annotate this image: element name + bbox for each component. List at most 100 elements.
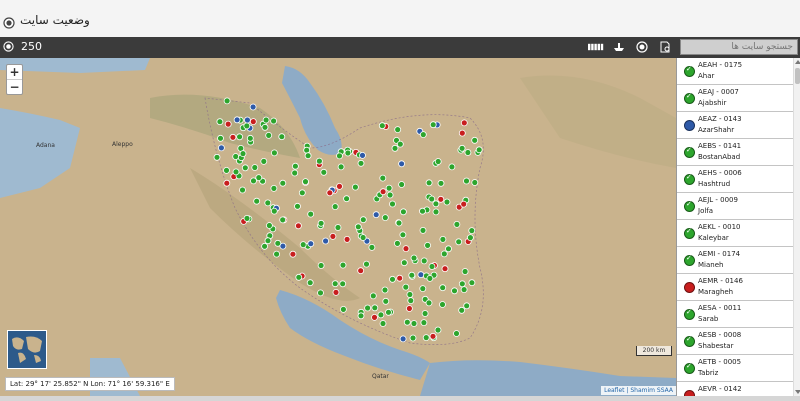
site-marker[interactable]: [419, 285, 427, 293]
site-marker[interactable]: [434, 326, 442, 334]
site-list-item[interactable]: AEMI - 0174 Mianeh: [677, 247, 800, 274]
site-marker[interactable]: [439, 235, 447, 243]
site-marker[interactable]: [372, 211, 380, 219]
target-icon[interactable]: [634, 39, 650, 55]
site-marker[interactable]: [439, 301, 446, 308]
site-marker[interactable]: [298, 189, 306, 197]
site-marker[interactable]: [419, 131, 427, 138]
site-marker[interactable]: [216, 118, 224, 126]
site-marker[interactable]: [334, 224, 342, 231]
site-marker[interactable]: [243, 116, 251, 124]
site-marker[interactable]: [399, 335, 407, 343]
site-marker[interactable]: [236, 133, 244, 141]
site-marker[interactable]: [357, 267, 365, 275]
site-marker[interactable]: [339, 261, 347, 269]
minimap[interactable]: [7, 330, 47, 369]
site-marker[interactable]: [395, 219, 403, 227]
scroll-up-icon[interactable]: [795, 60, 800, 64]
site-marker[interactable]: [253, 197, 261, 205]
site-marker[interactable]: [468, 279, 476, 287]
site-marker[interactable]: [336, 152, 343, 160]
site-marker[interactable]: [405, 305, 413, 312]
site-marker[interactable]: [389, 275, 396, 283]
site-marker[interactable]: [428, 263, 436, 270]
site-marker[interactable]: [424, 241, 432, 249]
site-marker[interactable]: [294, 202, 301, 210]
site-marker[interactable]: [359, 216, 367, 224]
site-marker[interactable]: [466, 234, 474, 242]
site-marker[interactable]: [368, 243, 376, 251]
site-list-item[interactable]: AEAJ - 0007 Ajabshir: [677, 85, 800, 112]
site-marker[interactable]: [453, 330, 460, 337]
site-marker[interactable]: [303, 146, 311, 154]
site-marker[interactable]: [460, 200, 468, 208]
site-marker[interactable]: [279, 179, 287, 187]
site-marker[interactable]: [261, 242, 269, 250]
site-marker[interactable]: [291, 169, 299, 177]
site-marker[interactable]: [385, 184, 393, 192]
site-marker[interactable]: [302, 178, 309, 185]
site-marker[interactable]: [396, 274, 404, 282]
site-list-item[interactable]: AEHS - 0006 Hashtrud: [677, 166, 800, 193]
site-list-item[interactable]: AEAH - 0175 Ahar: [677, 58, 800, 85]
site-marker[interactable]: [428, 195, 436, 203]
site-marker[interactable]: [371, 313, 378, 321]
site-marker[interactable]: [232, 168, 240, 176]
site-marker[interactable]: [422, 334, 430, 342]
site-marker[interactable]: [273, 250, 281, 258]
site-marker[interactable]: [464, 149, 472, 156]
site-marker[interactable]: [332, 288, 340, 296]
site-marker[interactable]: [306, 279, 314, 287]
zoom-in-button[interactable]: +: [7, 65, 22, 79]
site-marker[interactable]: [246, 134, 254, 142]
site-marker[interactable]: [382, 297, 390, 305]
site-marker[interactable]: [455, 238, 463, 246]
site-list-item[interactable]: AEBS - 0141 BostanAbad: [677, 139, 800, 166]
refresh-page-icon[interactable]: [657, 39, 673, 55]
site-marker[interactable]: [448, 163, 456, 171]
site-marker[interactable]: [400, 259, 408, 267]
site-marker[interactable]: [379, 174, 387, 182]
scroll-down-icon[interactable]: [795, 390, 800, 394]
site-marker[interactable]: [398, 181, 406, 188]
site-marker[interactable]: [317, 219, 325, 227]
site-marker[interactable]: [270, 149, 278, 157]
site-marker[interactable]: [458, 129, 466, 137]
site-marker[interactable]: [408, 271, 416, 279]
site-marker[interactable]: [402, 283, 410, 291]
site-marker[interactable]: [429, 332, 437, 340]
site-marker[interactable]: [217, 144, 225, 152]
site-marker[interactable]: [403, 318, 411, 326]
site-marker[interactable]: [270, 184, 278, 192]
site-marker[interactable]: [434, 158, 442, 165]
site-marker[interactable]: [460, 119, 468, 127]
site-marker[interactable]: [307, 240, 315, 248]
site-marker[interactable]: [343, 235, 351, 243]
site-marker[interactable]: [249, 103, 257, 111]
site-marker[interactable]: [336, 182, 343, 190]
site-marker[interactable]: [243, 214, 251, 222]
site-list-item[interactable]: AESB - 0008 Shabestar: [677, 328, 800, 355]
site-marker[interactable]: [270, 117, 278, 125]
site-marker[interactable]: [359, 152, 366, 159]
site-marker[interactable]: [270, 207, 278, 215]
site-marker[interactable]: [471, 179, 479, 186]
site-marker[interactable]: [458, 306, 466, 314]
site-marker[interactable]: [426, 274, 434, 282]
site-marker[interactable]: [279, 216, 287, 224]
site-marker[interactable]: [369, 292, 377, 300]
site-marker[interactable]: [217, 134, 224, 142]
site-marker[interactable]: [385, 308, 392, 316]
site-marker[interactable]: [261, 123, 269, 131]
site-marker[interactable]: [331, 280, 339, 288]
site-marker[interactable]: [239, 150, 247, 157]
site-marker[interactable]: [304, 152, 312, 160]
site-marker[interactable]: [458, 280, 466, 288]
site-marker[interactable]: [278, 133, 286, 141]
site-marker[interactable]: [440, 250, 448, 258]
scrollbar-thumb[interactable]: [795, 68, 800, 84]
site-marker[interactable]: [461, 268, 469, 275]
site-marker[interactable]: [307, 210, 315, 218]
site-marker[interactable]: [315, 157, 323, 165]
site-marker[interactable]: [429, 121, 437, 129]
